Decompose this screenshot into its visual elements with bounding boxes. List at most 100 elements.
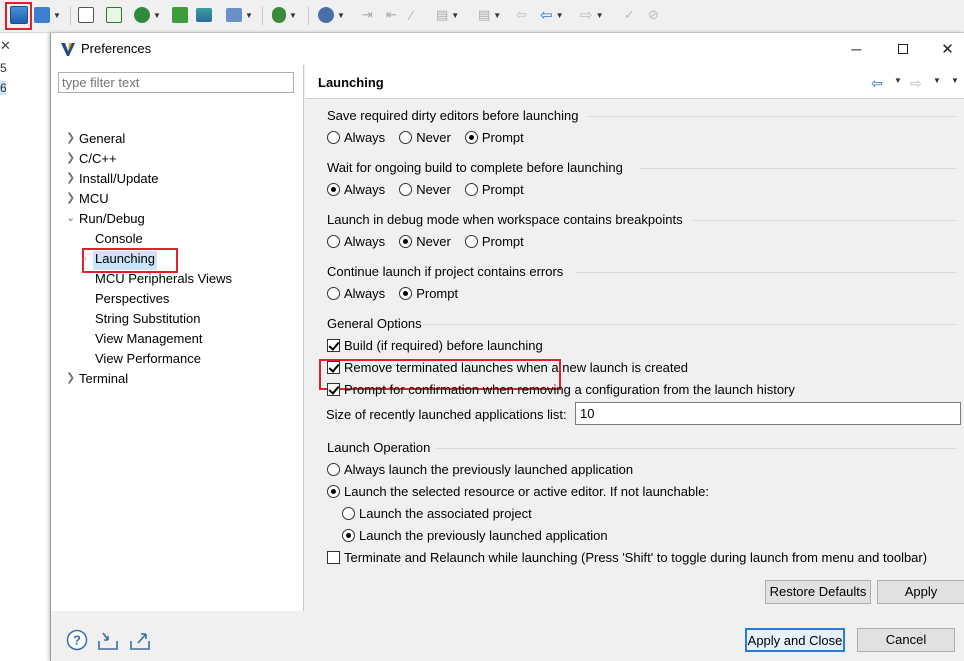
- tree-item-string-substitution[interactable]: String Substitution: [95, 309, 201, 328]
- search-button[interactable]: ▼: [318, 5, 345, 25]
- tree-item-general[interactable]: General: [79, 129, 125, 148]
- help-icon[interactable]: ?: [66, 629, 88, 651]
- tree-item-view-management[interactable]: View Management: [95, 329, 202, 348]
- chevron-down-icon[interactable]: ▼: [933, 76, 941, 85]
- radio-button[interactable]: [399, 183, 413, 196]
- cancel-button[interactable]: Cancel: [857, 628, 955, 652]
- terminate-relaunch-checkbox[interactable]: [327, 551, 340, 564]
- shift-left-button[interactable]: ⇤: [386, 5, 397, 25]
- chevron-down-icon[interactable]: ▼: [493, 11, 501, 20]
- wait-never-option[interactable]: Never: [399, 182, 451, 197]
- shift-right-button[interactable]: ⇥: [362, 5, 373, 25]
- remove-terminated-checkbox-row[interactable]: Remove terminated launches when a new la…: [327, 360, 688, 375]
- close-button[interactable]: ✕: [925, 33, 964, 65]
- maximize-button[interactable]: [880, 33, 925, 65]
- chevron-right-icon[interactable]: ❯: [66, 369, 78, 388]
- remove-terminated-checkbox[interactable]: [327, 361, 340, 374]
- build-before-checkbox[interactable]: [327, 339, 340, 352]
- last-edit-button[interactable]: ⇦: [516, 5, 527, 25]
- back-arrow-icon[interactable]: ⇦: [871, 75, 883, 92]
- chevron-right-icon[interactable]: ❯: [66, 169, 78, 188]
- chevron-right-icon[interactable]: ❯: [66, 129, 78, 148]
- chevron-down-icon[interactable]: ▼: [337, 11, 345, 20]
- apply-and-close-button[interactable]: Apply and Close: [745, 628, 845, 652]
- radio-button[interactable]: [327, 463, 340, 476]
- debug-button[interactable]: ▼: [272, 5, 297, 25]
- wait-prompt-option[interactable]: Prompt: [464, 182, 524, 197]
- radio-button[interactable]: [399, 287, 413, 300]
- tree-item-mcu-peripherals[interactable]: MCU Peripherals Views: [95, 269, 232, 288]
- continue-always-option[interactable]: Always: [327, 286, 385, 301]
- view-menu-icon[interactable]: ▼: [951, 76, 959, 85]
- forward-button[interactable]: ⇨ ▼: [580, 5, 604, 25]
- tree-item-cpp[interactable]: C/C++: [79, 149, 117, 168]
- prompt-confirm-checkbox-row[interactable]: Prompt for confirmation when removing a …: [327, 382, 795, 397]
- annotation-button[interactable]: ▤ ▼: [436, 5, 459, 25]
- list-item[interactable]: 5: [0, 61, 7, 75]
- radio-button[interactable]: [342, 529, 355, 542]
- radio-button[interactable]: [327, 131, 340, 144]
- forward-arrow-icon[interactable]: ⇨: [910, 75, 922, 92]
- chevron-down-icon[interactable]: ▼: [153, 11, 161, 20]
- download-button[interactable]: ▼: [134, 5, 161, 25]
- launch-previous-option[interactable]: Launch the previously launched applicati…: [342, 528, 608, 543]
- wait-always-option[interactable]: Always: [327, 182, 385, 197]
- tree-item-mcu[interactable]: MCU: [79, 189, 109, 208]
- list-item[interactable]: 6: [0, 81, 7, 95]
- chevron-down-icon[interactable]: ▼: [894, 76, 902, 85]
- back-button[interactable]: ⇦ ▼: [540, 5, 564, 25]
- tree-item-install-update[interactable]: Install/Update: [79, 169, 159, 188]
- close-icon[interactable]: ✕: [0, 38, 11, 54]
- apply-button[interactable]: Apply: [877, 580, 964, 604]
- tree-item-perspectives[interactable]: Perspectives: [95, 289, 169, 308]
- save-always-option[interactable]: Always: [327, 130, 385, 145]
- save-never-option[interactable]: Never: [399, 130, 451, 145]
- chevron-down-icon[interactable]: ▼: [245, 11, 253, 20]
- import-icon[interactable]: [97, 629, 119, 651]
- launch-associated-option[interactable]: Launch the associated project: [342, 506, 532, 521]
- tree-item-run-debug[interactable]: Run/Debug: [79, 209, 145, 228]
- chevron-down-icon[interactable]: ▼: [556, 11, 564, 20]
- radio-button[interactable]: [464, 183, 478, 196]
- tree-item-console[interactable]: Console: [95, 229, 143, 248]
- continue-prompt-option[interactable]: Prompt: [399, 286, 458, 301]
- radio-button[interactable]: [327, 485, 340, 498]
- build-all-button[interactable]: [172, 5, 188, 25]
- debug-always-option[interactable]: Always: [327, 234, 385, 249]
- layers-button[interactable]: [196, 5, 212, 25]
- build-before-checkbox-row[interactable]: Build (if required) before launching: [327, 338, 543, 353]
- terminate-relaunch-checkbox-row[interactable]: Terminate and Relaunch while launching (…: [327, 550, 927, 565]
- chevron-right-icon[interactable]: ❯: [66, 149, 78, 168]
- radio-button[interactable]: [399, 131, 413, 144]
- always-previous-option[interactable]: Always launch the previously launched ap…: [327, 462, 633, 477]
- link-button[interactable]: ⊘: [648, 5, 659, 25]
- prompt-confirm-checkbox[interactable]: [327, 383, 340, 396]
- radio-button[interactable]: [464, 131, 478, 144]
- toggle-comment-button[interactable]: ⁄: [410, 5, 412, 25]
- radio-button[interactable]: [327, 183, 340, 196]
- export-icon[interactable]: [129, 629, 151, 651]
- history-size-input[interactable]: 10: [575, 402, 961, 425]
- save-prompt-option[interactable]: Prompt: [464, 130, 524, 145]
- minimize-button[interactable]: ─: [834, 33, 879, 65]
- radio-button[interactable]: [327, 287, 340, 300]
- filter-input[interactable]: [58, 72, 294, 93]
- chevron-down-icon[interactable]: ▼: [596, 11, 604, 20]
- chevron-right-icon[interactable]: ❯: [66, 189, 78, 208]
- target-button[interactable]: ▼: [226, 5, 253, 25]
- restore-defaults-button[interactable]: Restore Defaults: [765, 580, 871, 604]
- debug-prompt-option[interactable]: Prompt: [464, 234, 524, 249]
- launch-selected-option[interactable]: Launch the selected resource or active e…: [327, 484, 709, 499]
- radio-button[interactable]: [342, 507, 355, 520]
- tree-item-view-performance[interactable]: View Performance: [95, 349, 201, 368]
- chevron-down-icon[interactable]: ▼: [289, 11, 297, 20]
- chevron-down-icon[interactable]: ▼: [451, 11, 459, 20]
- chevron-down-icon[interactable]: ▼: [53, 11, 61, 20]
- tree-item-terminal[interactable]: Terminal: [79, 369, 128, 388]
- radio-button[interactable]: [464, 235, 478, 248]
- pin-button[interactable]: ✓: [624, 5, 635, 25]
- chevron-down-icon[interactable]: ⌄: [66, 209, 78, 228]
- task-list-button[interactable]: [106, 5, 122, 25]
- debug-never-option[interactable]: Never: [399, 234, 451, 249]
- radio-button[interactable]: [327, 235, 340, 248]
